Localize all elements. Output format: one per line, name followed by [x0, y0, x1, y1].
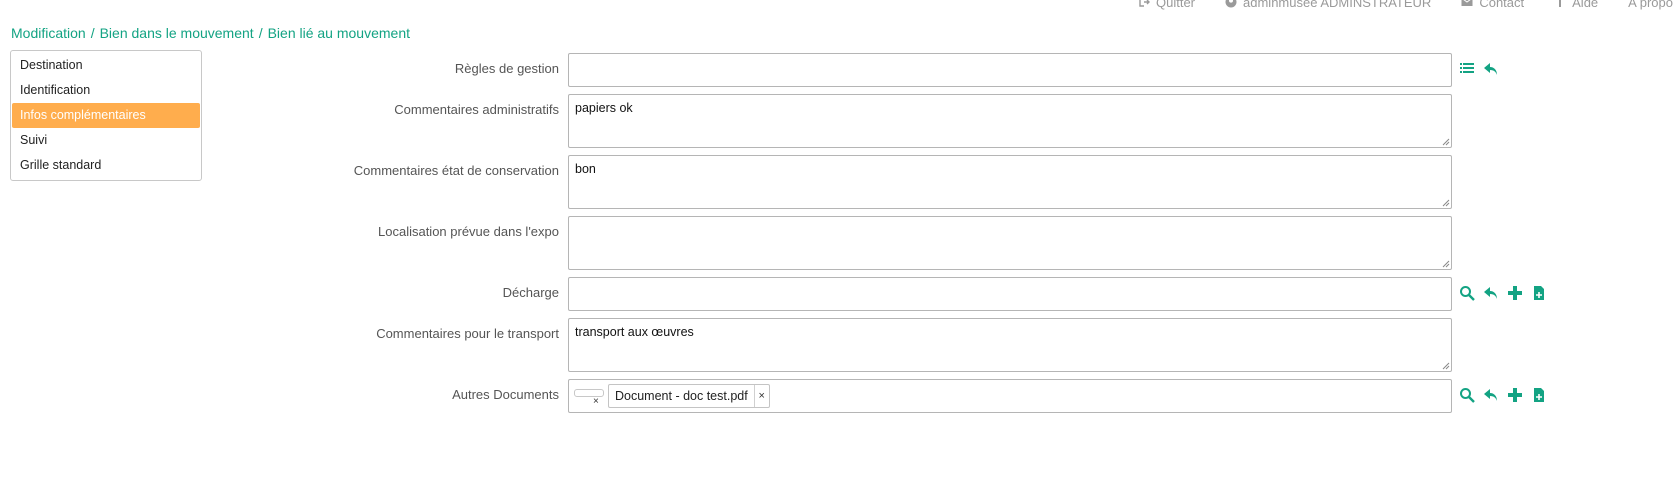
resize-handle-icon[interactable]	[1442, 362, 1450, 370]
decharge-actions	[1459, 285, 1547, 301]
regles-gestion-actions	[1459, 61, 1499, 77]
quit-label: Quitter	[1156, 0, 1196, 10]
plus-icon[interactable]	[1507, 285, 1523, 301]
breadcrumb-separator: /	[90, 25, 95, 41]
breadcrumb: Modification / Bien dans le mouvement / …	[11, 25, 410, 41]
breadcrumb-item-modification[interactable]: Modification	[11, 25, 86, 41]
nav-item-identification[interactable]: Identification	[12, 78, 200, 103]
info-icon	[1559, 0, 1562, 7]
undo-icon[interactable]	[1483, 285, 1499, 301]
commentaires-administratifs-textarea[interactable]: papiers ok	[568, 94, 1452, 148]
search-icon[interactable]	[1459, 285, 1475, 301]
decharge-field[interactable]	[568, 277, 1452, 311]
decharge-label: Décharge	[502, 285, 559, 300]
commentaires-transport-textarea[interactable]: transport aux œuvres	[568, 318, 1452, 372]
document-tag: Document - doc test.pdf ×	[608, 384, 770, 408]
breadcrumb-separator: /	[258, 25, 263, 41]
nav-item-suivi[interactable]: Suivi	[12, 128, 200, 153]
breadcrumb-item-bien-mouvement[interactable]: Bien dans le mouvement	[100, 25, 254, 41]
commentaires-transport-label: Commentaires pour le transport	[376, 326, 559, 341]
regles-gestion-field[interactable]	[568, 53, 1452, 87]
nav-item-infos-complementaires[interactable]: Infos complémentaires	[12, 103, 200, 128]
user-link[interactable]: adminmusee ADMINSTRATEUR	[1225, 0, 1431, 11]
empty-tag: ×	[574, 389, 604, 407]
breadcrumb-item-bien-lie: Bien lié au mouvement	[267, 25, 410, 41]
contact-link[interactable]: Contact	[1461, 0, 1524, 11]
new-file-icon[interactable]	[1531, 387, 1547, 403]
nav-item-grille-standard[interactable]: Grille standard	[12, 153, 200, 178]
help-label: Aide	[1572, 0, 1599, 10]
commentaires-etat-label: Commentaires état de conservation	[353, 163, 559, 178]
resize-handle-icon[interactable]	[1442, 138, 1450, 146]
document-tag-remove[interactable]: ×	[755, 390, 769, 402]
list-icon[interactable]	[1459, 61, 1475, 77]
search-icon[interactable]	[1459, 387, 1475, 403]
localisation-label: Localisation prévue dans l'expo	[378, 224, 559, 239]
autres-documents-actions	[1459, 387, 1547, 403]
document-tag-label: Document - doc test.pdf	[609, 385, 755, 407]
about-label: A propo	[1628, 0, 1673, 10]
user-label: adminmusee ADMINSTRATEUR	[1243, 0, 1432, 10]
plus-icon[interactable]	[1507, 387, 1523, 403]
undo-icon[interactable]	[1483, 387, 1499, 403]
empty-tag-remove[interactable]: ×	[593, 396, 599, 407]
quit-link[interactable]: Quitter	[1138, 0, 1195, 11]
commentaires-administratifs-label: Commentaires administratifs	[394, 102, 559, 117]
top-bar: Quitter adminmusee ADMINSTRATEUR Contact…	[1138, 0, 1673, 11]
undo-icon[interactable]	[1483, 61, 1499, 77]
autres-documents-label: Autres Documents	[452, 387, 559, 402]
commentaires-etat-textarea[interactable]: bon	[568, 155, 1452, 209]
about-link[interactable]: A propo	[1628, 0, 1673, 11]
help-link[interactable]: Aide	[1554, 0, 1598, 11]
logout-icon	[1139, 0, 1150, 7]
regles-gestion-label: Règles de gestion	[454, 61, 559, 76]
resize-handle-icon[interactable]	[1442, 199, 1450, 207]
contact-label: Contact	[1479, 0, 1525, 10]
new-file-icon[interactable]	[1531, 285, 1547, 301]
resize-handle-icon[interactable]	[1442, 260, 1450, 268]
section-nav: Destination Identification Infos complém…	[10, 50, 202, 181]
user-icon	[1225, 0, 1237, 8]
envelope-icon	[1461, 0, 1473, 6]
autres-documents-field[interactable]: × Document - doc test.pdf ×	[568, 379, 1452, 413]
localisation-textarea[interactable]	[568, 216, 1452, 270]
nav-item-destination[interactable]: Destination	[12, 53, 200, 78]
